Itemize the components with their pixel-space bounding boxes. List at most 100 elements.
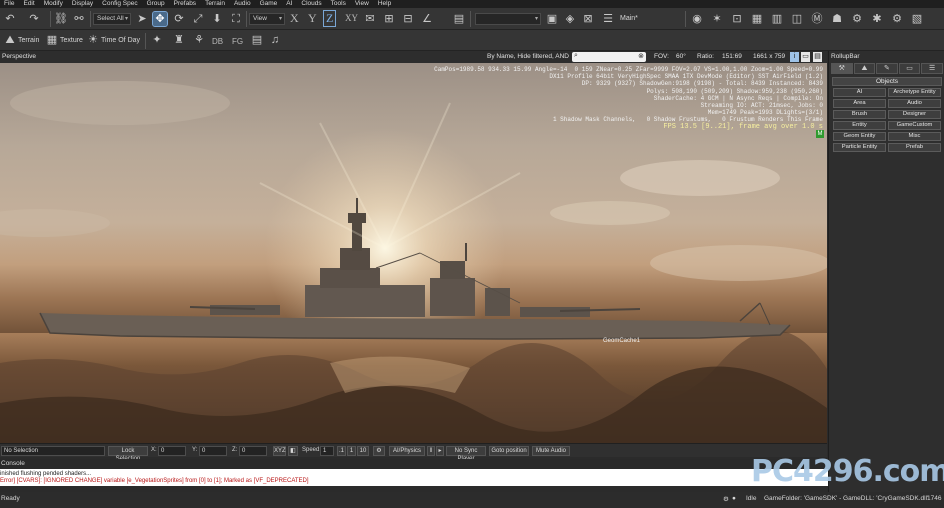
unlink-icon[interactable]: ⚯ [72,12,86,26]
z-coordinate-input[interactable]: 0 [239,446,267,456]
clear-search-icon[interactable]: ⊗ [638,52,644,60]
texture-button[interactable]: Texture [60,37,83,44]
speed-ten-button[interactable]: 10 [357,446,369,456]
goto-position-button[interactable]: Goto position [489,446,529,456]
menu-edit[interactable]: Edit [23,0,34,8]
ai-physics-button[interactable]: AI/Physics [389,446,425,456]
grid-snap-icon[interactable]: ⊞ [382,12,396,26]
info-icon[interactable]: i [790,52,799,62]
no-sync-player-button[interactable]: No Sync Player [446,446,486,462]
particle-editor-icon[interactable]: ✱ [870,12,884,26]
menu-view[interactable]: View [355,0,369,8]
sound-icon[interactable]: ⚙ [890,12,904,26]
smart-object-icon[interactable]: ⚘ [192,33,206,47]
object-prefab-button[interactable]: Prefab [888,143,941,152]
select-icon[interactable]: ➤ [135,12,149,26]
current-layer[interactable]: Main* [620,15,638,22]
magnet-icon[interactable]: ⊟ [401,12,415,26]
object-misc-button[interactable]: Misc [888,132,941,141]
settings-icon[interactable]: ⚙ [850,12,864,26]
object-entity-button[interactable]: Entity [833,121,886,130]
grid-view-icon[interactable]: ▤ [250,33,264,47]
modify-tab-icon[interactable]: ✎ [876,63,898,74]
lock-axis-icon[interactable]: ◧ [288,446,298,456]
pause-icon[interactable]: ‖ [427,446,435,456]
menu-ai[interactable]: AI [286,0,292,8]
undo-icon[interactable]: ↶ [3,12,17,26]
link-icon[interactable]: ⛓ [54,12,68,26]
lock-selection-button[interactable]: Lock Selection [108,446,148,462]
menu-prefabs[interactable]: Prefabs [174,0,196,8]
terrain-icon[interactable]: ⛰ [3,33,17,47]
layers-stack-icon[interactable]: ☰ [601,12,615,26]
terrain-tab-icon[interactable]: ⛰ [853,63,876,74]
xyz-toggle[interactable]: XYZ [273,446,286,456]
terrain-button[interactable]: Terrain [18,37,39,44]
viewport-search-input[interactable]: ⌕ ⊗ [572,52,646,62]
menu-group[interactable]: Group [147,0,165,8]
speed-one-button[interactable]: 1 [347,446,356,456]
object-particle-entity-button[interactable]: Particle Entity [833,143,886,152]
lighting-icon[interactable]: ✶ [710,12,724,26]
step-icon[interactable]: ▸ [436,446,444,456]
menu-game[interactable]: Game [260,0,278,8]
view-dropdown[interactable]: View ▾ [249,13,285,25]
objects-section-header[interactable]: Objects [832,77,942,86]
menu-file[interactable]: File [4,0,14,8]
sun-icon[interactable]: ☀ [86,33,100,47]
viewport-title[interactable]: Perspective [2,53,36,60]
resolution-value[interactable]: 1661 x 759 [753,53,785,60]
display-tab-icon[interactable]: ▭ [898,63,921,74]
menu-help[interactable]: Help [378,0,391,8]
music-icon[interactable]: ♫ [268,33,282,47]
angle-snap-icon[interactable]: ∠ [420,12,434,26]
layer-icon[interactable]: ▣ [545,12,559,26]
perspective-viewport[interactable]: CamPos=1989.58 934.33 15.99 Angle=-14 0 … [0,63,827,443]
move-icon[interactable]: ✥ [152,11,168,27]
object-ai-button[interactable]: AI [833,88,886,97]
db-button[interactable]: DB [212,37,223,46]
menu-config-spec[interactable]: Config Spec [102,0,137,8]
ratio-value[interactable]: 151:69 [722,53,742,60]
axis-xy[interactable]: XY [345,13,358,23]
layer-filter-dropdown[interactable]: ▾ [475,13,541,25]
axis-z[interactable]: Z [322,10,337,27]
layers-tab-icon[interactable]: ☰ [921,63,943,74]
menu-terrain[interactable]: Terrain [205,0,225,8]
objects-tab-icon[interactable]: ⚒ [831,63,853,74]
time-of-day-button[interactable]: Time Of Day [101,37,140,44]
flowgraph-icon[interactable]: ◫ [790,12,804,26]
export-icon[interactable]: ▧ [910,12,924,26]
menu-clouds[interactable]: Clouds [301,0,321,8]
road-icon[interactable]: ✦ [150,33,164,47]
menu-display[interactable]: Display [72,0,93,8]
object-archetype-entity-button[interactable]: Archetype Entity [888,88,941,97]
fov-value[interactable]: 60° [676,53,686,60]
menu-modify[interactable]: Modify [44,0,63,8]
object-designer-button[interactable]: Designer [888,110,941,119]
speed-point-one-button[interactable]: .1 [337,446,346,456]
y-coordinate-input[interactable]: 0 [199,446,227,456]
object-area-button[interactable]: Area [833,99,886,108]
x-coordinate-input[interactable]: 0 [158,446,186,456]
object-audio-button[interactable]: Audio [888,99,941,108]
selection-field[interactable]: No Selection [1,446,105,456]
align-icon[interactable]: ⛶ [229,12,243,26]
track-view-icon[interactable]: ▦ [750,12,764,26]
viewport-menu-icon[interactable]: ▤ [813,52,822,62]
mute-audio-button[interactable]: Mute Audio [532,446,570,456]
object-brush-button[interactable]: Brush [833,110,886,119]
texture-icon[interactable]: ▦ [45,33,59,47]
graph-icon[interactable]: ⊡ [730,12,744,26]
select-mode-dropdown[interactable]: Select All ▾ [93,13,131,25]
database-icon[interactable]: ▥ [770,12,784,26]
material-editor-icon[interactable]: Ⓜ [810,12,824,26]
ruler-icon[interactable]: ▤ [452,12,466,26]
axis-y[interactable]: Y [308,11,317,26]
object-gamecustom-button[interactable]: GameCustom [888,121,941,130]
character-editor-icon[interactable]: ☗ [830,12,844,26]
fg-button[interactable]: FG [232,37,243,46]
axis-x[interactable]: X [290,11,299,26]
speed-input[interactable]: 1 [320,446,334,456]
character-icon[interactable]: ♜ [172,33,186,47]
